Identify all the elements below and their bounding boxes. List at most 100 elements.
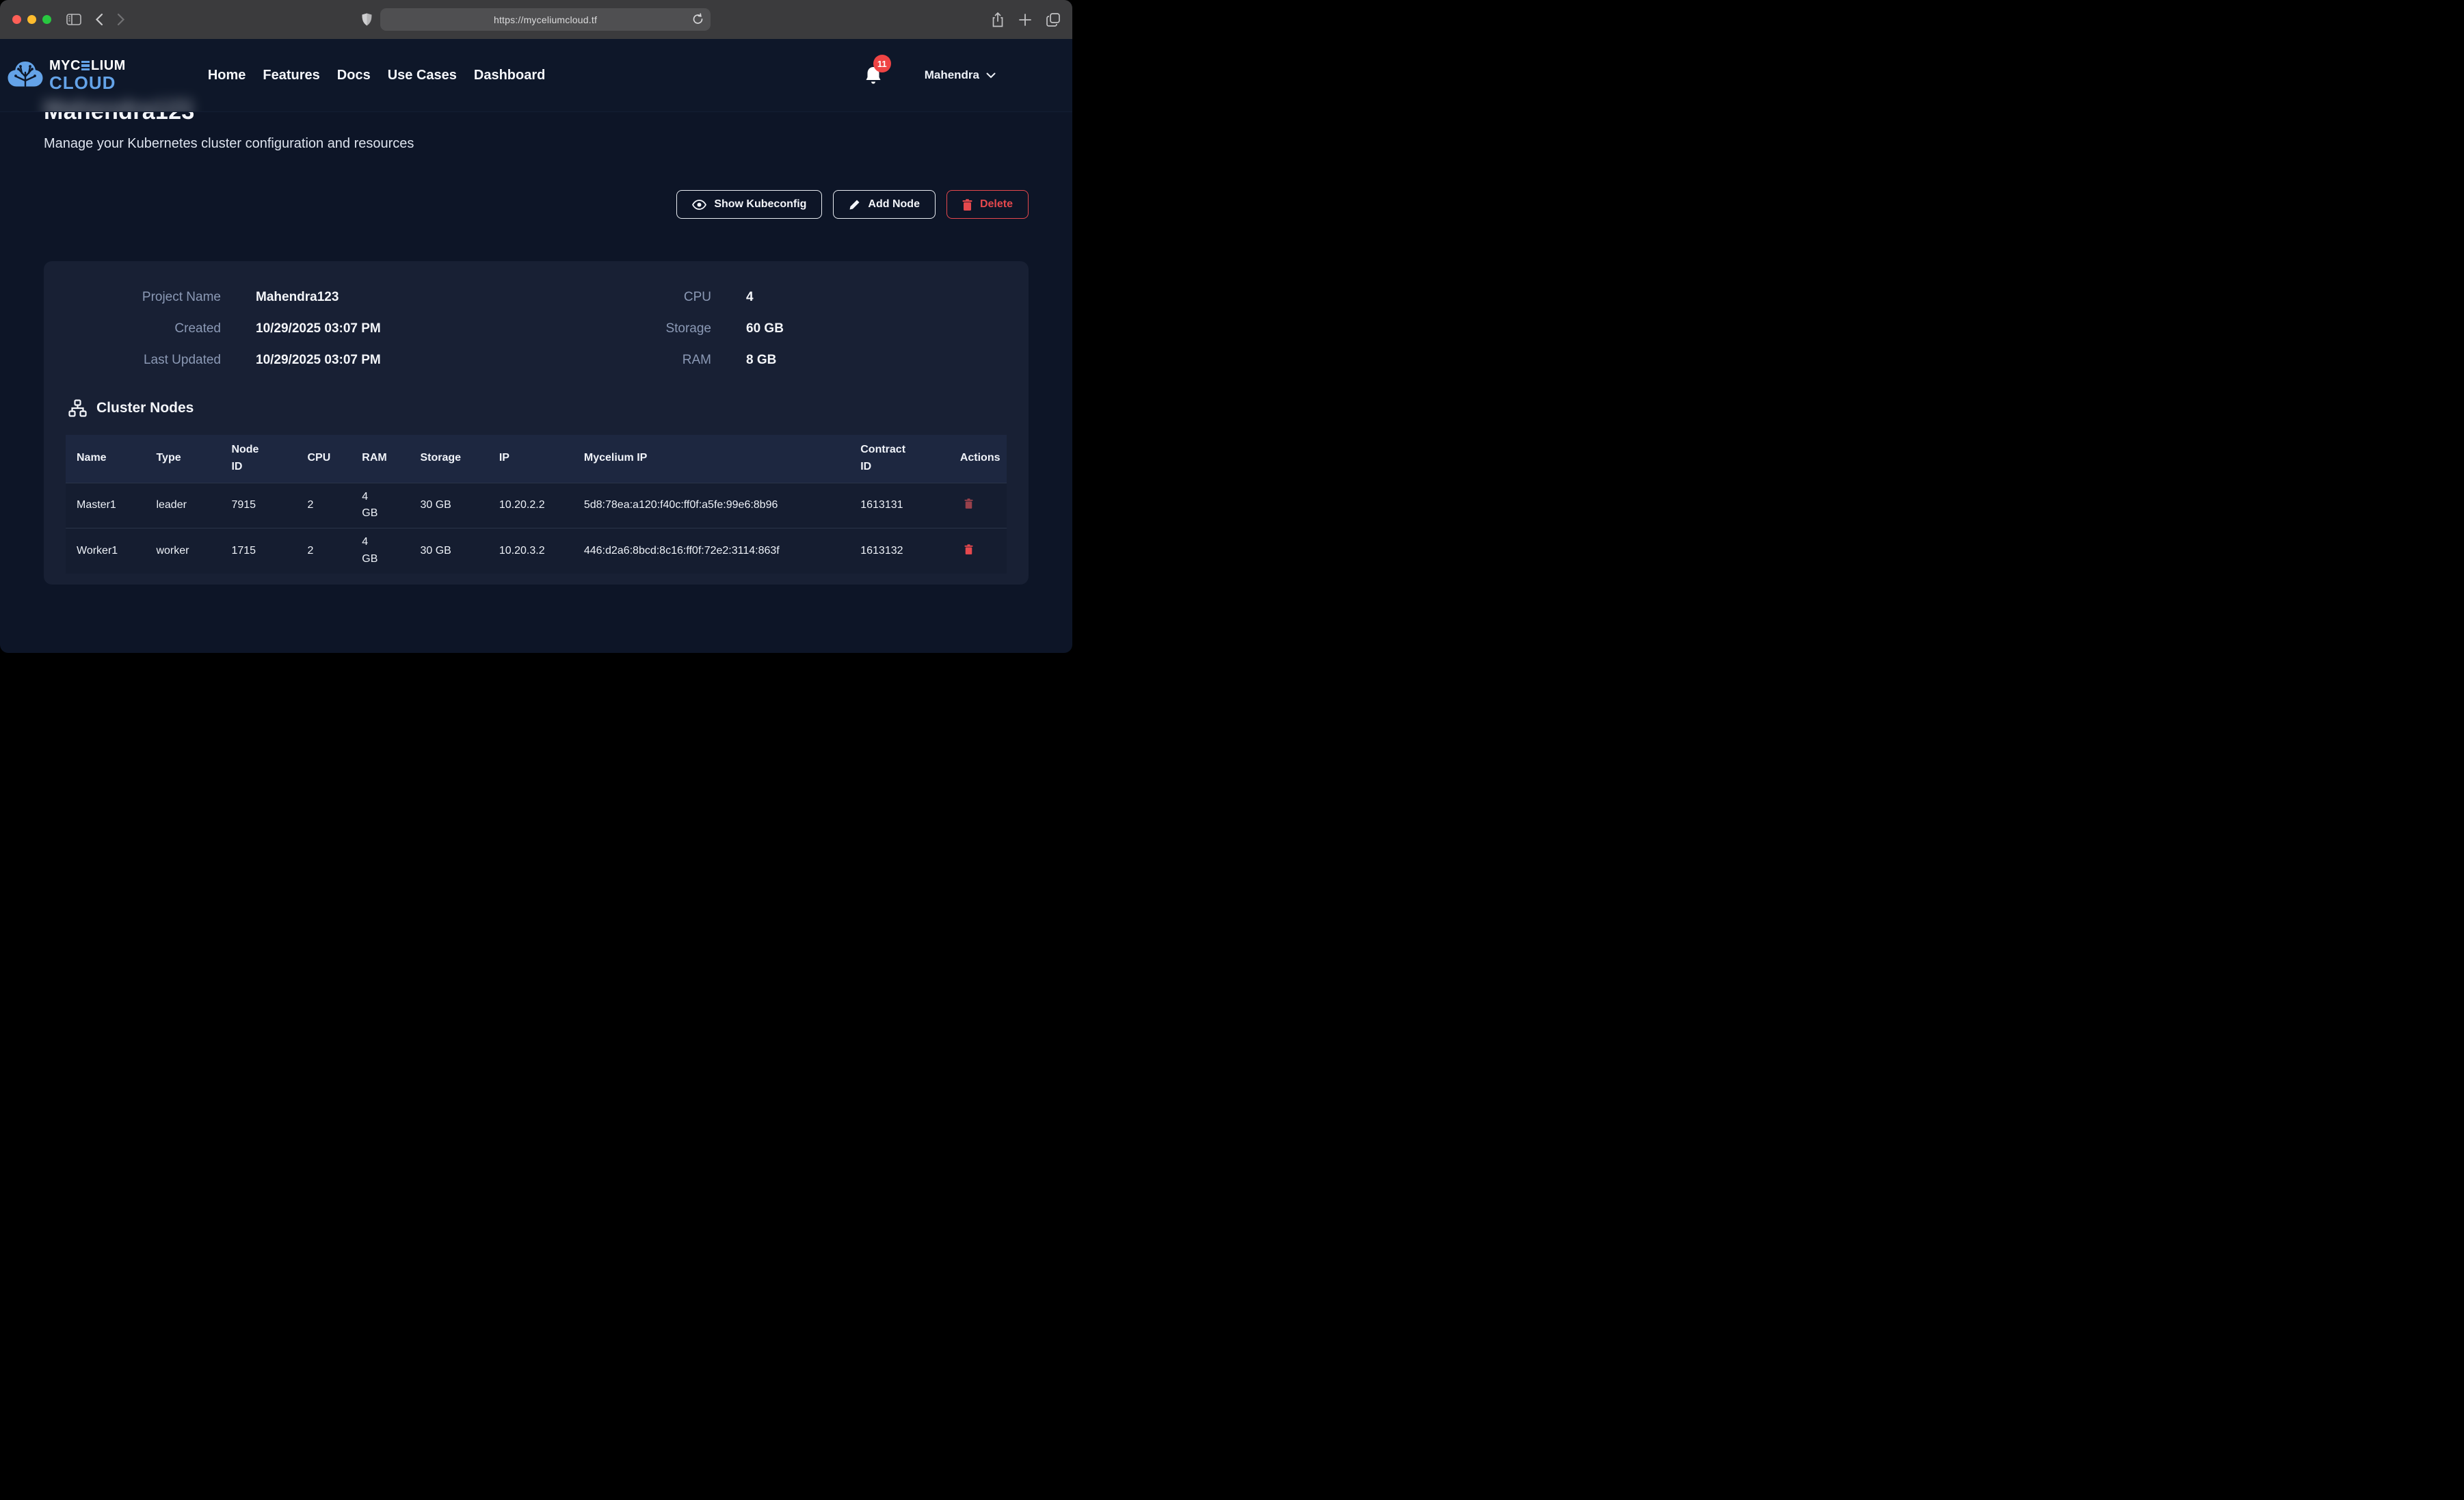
table-row-master1: Master1 leader 7915 2 4 GB 30 GB 10.20.2…	[66, 483, 1007, 528]
cluster-nodes-heading: Cluster Nodes	[96, 400, 194, 416]
cpu-label: CPU	[536, 290, 711, 305]
reload-icon[interactable]	[692, 13, 704, 25]
cell-node-id: 7915	[220, 483, 296, 528]
ram-label: RAM	[536, 353, 711, 368]
col-header-ram: RAM	[351, 435, 409, 483]
cell-name: Master1	[66, 483, 145, 528]
cell-actions	[949, 528, 1007, 574]
site-navbar: Mahendra123 MYC LIUM	[0, 39, 1072, 112]
cell-node-id: 1715	[220, 528, 296, 574]
col-header-ip: IP	[488, 435, 573, 483]
storage-value: 60 GB	[746, 321, 784, 336]
trash-icon	[964, 498, 973, 509]
cell-contract-id: 1613131	[849, 483, 949, 528]
created-label: Created	[77, 321, 221, 336]
nav-item-use-cases[interactable]: Use Cases	[388, 68, 457, 83]
show-kubeconfig-button[interactable]: Show Kubeconfig	[676, 190, 822, 219]
cell-cpu: 2	[297, 483, 352, 528]
table-header-row: Name Type Node ID CPU RAM Storage IP Myc…	[66, 435, 1007, 483]
cell-name: Worker1	[66, 528, 145, 574]
cell-type: leader	[145, 483, 220, 528]
nav-item-docs[interactable]: Docs	[337, 68, 371, 83]
user-menu[interactable]: Mahendra	[925, 68, 996, 82]
title-motion-blur-ghost: Mahendra123	[44, 96, 192, 112]
brand-line1-post: LIUM	[91, 59, 126, 72]
ram-value: 8 GB	[746, 353, 776, 368]
project-name-value: Mahendra123	[256, 290, 339, 305]
cell-cpu: 2	[297, 528, 352, 574]
browser-toolbar: https://myceliumcloud.tf	[0, 0, 1072, 39]
back-button-icon[interactable]	[95, 13, 103, 26]
cluster-nodes-table: Name Type Node ID CPU RAM Storage IP Myc…	[66, 435, 1007, 574]
delete-node-button[interactable]	[960, 541, 977, 557]
brand-line2: CLOUD	[49, 74, 126, 92]
cell-storage: 30 GB	[409, 528, 488, 574]
pencil-icon	[849, 199, 860, 211]
minimize-window-button[interactable]	[27, 15, 36, 24]
privacy-shield-icon[interactable]	[362, 13, 372, 26]
browser-window: https://myceliumcloud.tf	[0, 0, 1072, 653]
cluster-details-panel: Project Name Mahendra123 Created 10/29/2…	[44, 261, 1029, 585]
project-info: Project Name Mahendra123 Created 10/29/2…	[66, 290, 1007, 368]
nav-item-dashboard[interactable]: Dashboard	[474, 68, 545, 83]
forward-button-icon[interactable]	[117, 13, 125, 26]
project-name-row: Project Name Mahendra123	[77, 290, 536, 305]
last-updated-row: Last Updated 10/29/2025 03:07 PM	[77, 353, 536, 368]
storage-label: Storage	[536, 321, 711, 336]
brand-line1-pre: MYC	[49, 59, 81, 72]
brand-logo[interactable]: MYC LIUM CLOUD	[7, 59, 126, 92]
share-icon[interactable]	[992, 12, 1004, 27]
nav-item-home[interactable]: Home	[208, 68, 246, 83]
nav-item-features[interactable]: Features	[263, 68, 319, 83]
ram-row: RAM 8 GB	[536, 353, 996, 368]
new-tab-icon[interactable]	[1019, 14, 1031, 26]
show-kubeconfig-label: Show Kubeconfig	[714, 198, 806, 211]
col-header-type: Type	[145, 435, 220, 483]
project-name-label: Project Name	[77, 290, 221, 305]
brand-wordmark: MYC LIUM CLOUD	[49, 59, 126, 92]
col-header-actions: Actions	[949, 435, 1007, 483]
last-updated-value: 10/29/2025 03:07 PM	[256, 353, 381, 368]
tab-overview-icon[interactable]	[1046, 13, 1060, 27]
trash-icon	[964, 544, 973, 554]
cell-type: worker	[145, 528, 220, 574]
nav-links: Home Features Docs Use Cases Dashboard	[208, 68, 546, 83]
notification-count-badge: 11	[873, 55, 891, 72]
traffic-lights	[12, 15, 51, 24]
eye-icon	[692, 200, 706, 210]
delete-node-button[interactable]	[960, 496, 977, 511]
col-header-contract-id: Contract ID	[849, 435, 949, 483]
col-header-node-id: Node ID	[220, 435, 296, 483]
cell-mycelium-ip: 446:d2a6:8bcd:8c16:ff0f:72e2:3114:863f	[573, 528, 849, 574]
cluster-actions: Show Kubeconfig Add Node Delete	[44, 190, 1029, 219]
col-header-cpu: CPU	[297, 435, 352, 483]
cell-actions	[949, 483, 1007, 528]
cpu-value: 4	[746, 290, 754, 305]
col-header-mycelium-ip: Mycelium IP	[573, 435, 849, 483]
chevron-down-icon	[986, 72, 996, 79]
created-row: Created 10/29/2025 03:07 PM	[77, 321, 536, 336]
address-bar[interactable]: https://myceliumcloud.tf	[380, 8, 711, 31]
close-window-button[interactable]	[12, 15, 21, 24]
last-updated-label: Last Updated	[77, 353, 221, 368]
cell-contract-id: 1613132	[849, 528, 949, 574]
add-node-button[interactable]: Add Node	[833, 190, 936, 219]
stylized-e-icon	[81, 61, 90, 71]
col-header-name: Name	[66, 435, 145, 483]
cell-mycelium-ip: 5d8:78ea:a120:f40c:ff0f:a5fe:99e6:8b96	[573, 483, 849, 528]
sidebar-toggle-icon[interactable]	[66, 14, 81, 25]
delete-cluster-button[interactable]: Delete	[946, 190, 1029, 219]
add-node-label: Add Node	[868, 198, 920, 211]
user-name: Mahendra	[925, 68, 979, 82]
cell-ram: 4 GB	[351, 528, 409, 574]
notifications-button[interactable]: 11	[864, 66, 882, 85]
cloud-logo-icon	[7, 59, 44, 92]
cell-ram: 4 GB	[351, 483, 409, 528]
cell-ip: 10.20.2.2	[488, 483, 573, 528]
col-header-storage: Storage	[409, 435, 488, 483]
page-subtitle: Manage your Kubernetes cluster configura…	[44, 136, 1029, 152]
zoom-window-button[interactable]	[42, 15, 51, 24]
url-text: https://myceliumcloud.tf	[494, 14, 597, 25]
trash-icon	[962, 199, 972, 211]
table-row-worker1: Worker1 worker 1715 2 4 GB 30 GB 10.20.3…	[66, 528, 1007, 574]
